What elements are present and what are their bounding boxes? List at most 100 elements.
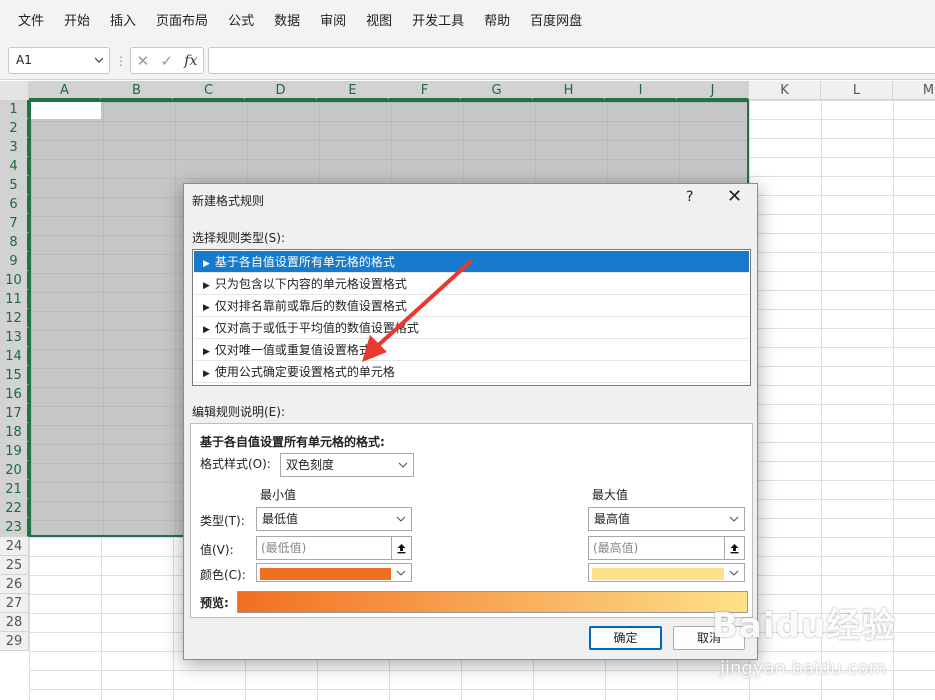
help-button[interactable]: ? [686,189,693,205]
max-type-value: 最高值 [594,512,631,526]
collapse-dialog-icon[interactable] [724,537,744,559]
active-cell[interactable] [31,102,101,119]
chevron-down-icon[interactable] [95,56,103,64]
row-header[interactable]: 17 [0,404,29,423]
rule-type-label: 仅对排名靠前或靠后的数值设置格式 [214,299,407,313]
format-style-dropdown[interactable]: 双色刻度 [280,453,414,477]
row-header[interactable]: 15 [0,366,29,385]
menu-item[interactable]: 视图 [356,0,402,44]
row-header[interactable]: 21 [0,480,29,499]
rule-type-item[interactable]: ▶ 仅对排名靠前或靠后的数值设置格式 [194,295,749,317]
min-type-dropdown[interactable]: 最低值 [256,507,412,531]
row-header[interactable]: 12 [0,309,29,328]
row-header[interactable]: 2 [0,119,29,138]
max-value-placeholder: (最高值) [593,541,639,555]
row-header[interactable]: 26 [0,575,29,594]
column-header[interactable]: B [101,81,173,100]
column-header[interactable]: G [461,81,533,100]
column-header[interactable]: I [605,81,677,100]
column-header[interactable]: A [29,81,101,100]
formula-buttons: ✕ ✓ fx [130,47,204,74]
column-header[interactable]: K [749,81,821,100]
rule-description-panel: 基于各自值设置所有单元格的格式: 格式样式(O): 双色刻度 最小值 最大值 类… [190,423,753,618]
formula-input[interactable] [208,47,935,74]
chevron-down-icon [729,516,739,522]
rule-type-item[interactable]: ▶ 仅对唯一值或重复值设置格式 [194,339,749,361]
insert-function-icon[interactable]: fx [184,53,197,69]
row-header[interactable]: 28 [0,613,29,632]
menu-item[interactable]: 公式 [218,0,264,44]
enter-icon[interactable]: ✓ [160,52,173,70]
row-header[interactable]: 9 [0,252,29,271]
rule-type-item[interactable]: ▶ 仅对高于或低于平均值的数值设置格式 [194,317,749,339]
row-header[interactable]: 4 [0,157,29,176]
column-header[interactable]: J [677,81,749,100]
close-button[interactable]: ✕ [727,187,742,207]
rule-type-item[interactable]: ▶ 基于各自值设置所有单元格的格式 [194,251,749,273]
row-header[interactable]: 24 [0,537,29,556]
dialog-title: 新建格式规则 [192,194,265,208]
max-heading: 最大值 [592,488,629,502]
menu-bar: 文件 开始 插入 页面布局 公式 数据 审阅 视图 开发工具 帮助 百度网盘 [0,0,935,44]
select-all-corner[interactable] [0,81,29,100]
rule-type-list[interactable]: ▶ 基于各自值设置所有单元格的格式 ▶ 只为包含以下内容的单元格设置格式 ▶ 仅对排名靠前… [192,249,751,386]
column-header[interactable]: F [389,81,461,100]
row-header[interactable]: 22 [0,499,29,518]
column-header[interactable]: C [173,81,245,100]
baidu-watermark: Baidu经验 jingyan.baidu.com [712,598,932,698]
description-heading: 基于各自值设置所有单元格的格式: [200,435,385,449]
format-style-value: 双色刻度 [286,458,335,472]
triangle-right-icon: ▶ [203,303,210,313]
row-header[interactable]: 6 [0,195,29,214]
triangle-right-icon: ▶ [203,347,210,357]
row-header[interactable]: 23 [0,518,29,537]
menu-item[interactable]: 开始 [54,0,100,44]
menu-item[interactable]: 帮助 [474,0,520,44]
row-header[interactable]: 16 [0,385,29,404]
menu-item[interactable]: 百度网盘 [520,0,592,44]
menu-item[interactable]: 数据 [264,0,310,44]
row-header[interactable]: 14 [0,347,29,366]
rule-type-label: 使用公式确定要设置格式的单元格 [214,365,395,379]
menu-item[interactable]: 页面布局 [146,0,218,44]
ok-button[interactable]: 确定 [589,626,662,650]
rule-type-item[interactable]: ▶ 使用公式确定要设置格式的单元格 [194,361,749,383]
row-header[interactable]: 13 [0,328,29,347]
menu-item[interactable]: 文件 [8,0,54,44]
row-header[interactable]: 3 [0,138,29,157]
menu-item[interactable]: 审阅 [310,0,356,44]
rule-type-item[interactable]: ▶ 只为包含以下内容的单元格设置格式 [194,273,749,295]
menu-item[interactable]: 插入 [100,0,146,44]
row-header[interactable]: 1 [0,100,29,119]
max-type-dropdown[interactable]: 最高值 [588,507,745,531]
row-header[interactable]: 5 [0,176,29,195]
collapse-dialog-icon[interactable] [391,537,411,559]
new-format-rule-dialog: 新建格式规则 ? ✕ 选择规则类型(S): ▶ 基于各自值设置所有单元格的格式 ▶ 只… [183,183,758,660]
menu-item[interactable]: 开发工具 [402,0,474,44]
name-box[interactable]: A1 [8,47,110,74]
column-header[interactable]: M [893,81,935,100]
chevron-down-icon [729,570,739,576]
row-header[interactable]: 25 [0,556,29,575]
min-value-field[interactable]: (最低值) [256,536,412,560]
cancel-icon[interactable]: ✕ [137,52,150,70]
chevron-down-icon [396,516,406,522]
triangle-right-icon: ▶ [203,259,210,269]
row-header[interactable]: 20 [0,461,29,480]
row-header[interactable]: 27 [0,594,29,613]
min-color-picker[interactable] [256,563,412,582]
column-header[interactable]: E [317,81,389,100]
column-header[interactable]: L [821,81,893,100]
row-header[interactable]: 8 [0,233,29,252]
column-header[interactable]: D [245,81,317,100]
column-header[interactable]: H [533,81,605,100]
row-header[interactable]: 10 [0,271,29,290]
max-value-field[interactable]: (最高值) [588,536,745,560]
row-header[interactable]: 11 [0,290,29,309]
row-header[interactable]: 19 [0,442,29,461]
max-color-picker[interactable] [588,563,745,582]
rule-type-label: 选择规则类型(S): [192,231,286,245]
row-header[interactable]: 18 [0,423,29,442]
row-header[interactable]: 29 [0,632,29,651]
row-header[interactable]: 7 [0,214,29,233]
